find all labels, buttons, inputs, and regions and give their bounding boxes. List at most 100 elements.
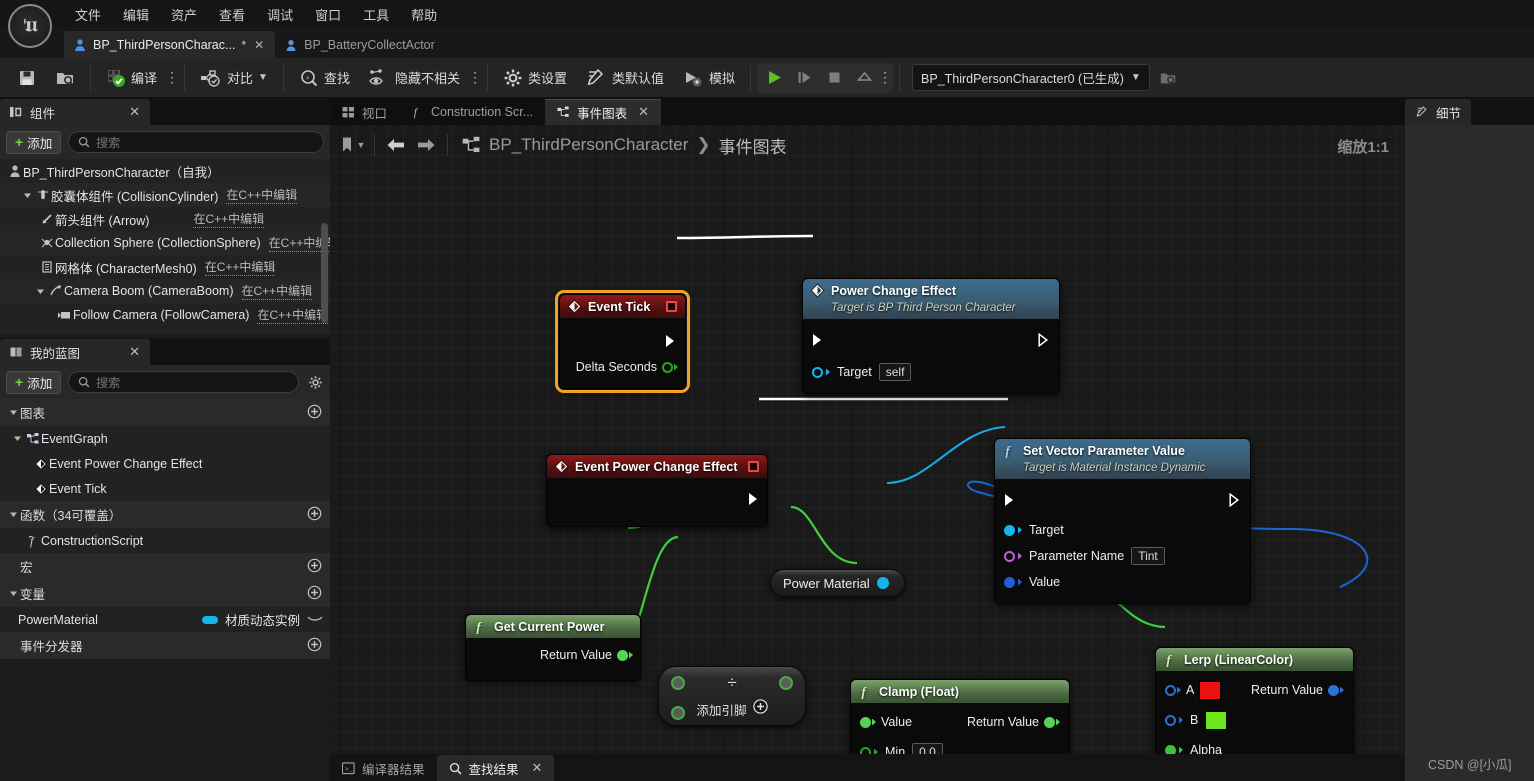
float-pin-icon[interactable] <box>1165 744 1176 754</box>
play-options-button[interactable]: ⋮ <box>878 64 892 92</box>
pin-row-target[interactable]: Target self <box>803 359 1059 385</box>
tree-row-cameraboom[interactable]: Camera Boom (CameraBoom) 在C++中编辑 <box>0 279 330 303</box>
edit-in-cpp-link[interactable]: 在C++中编辑 <box>193 210 265 228</box>
event-breakpoint-icon[interactable] <box>666 301 677 312</box>
name-pin-icon[interactable] <box>1004 550 1015 562</box>
tab-components[interactable]: 组件 ✕ <box>0 99 150 125</box>
pin-row-b[interactable]: B <box>1156 707 1353 733</box>
my-blueprint-search-input[interactable]: 搜索 <box>68 371 299 393</box>
exec-pin-out-icon[interactable] <box>748 492 760 506</box>
add-dispatcher-button[interactable] <box>307 637 322 655</box>
section-header-functions[interactable]: 函数（34可覆盖） <box>0 501 330 528</box>
chevron-down-icon[interactable] <box>33 287 47 296</box>
chevron-down-icon[interactable] <box>6 589 20 598</box>
add-variable-button[interactable] <box>307 585 322 603</box>
edit-in-cpp-link[interactable]: 在C++中编辑 <box>204 258 276 276</box>
node-clamp-float[interactable]: f Clamp (Float) Value Return Value Min 0… <box>850 679 1070 754</box>
float-pin-icon[interactable] <box>662 361 673 373</box>
struct-pin-icon[interactable] <box>1004 576 1015 588</box>
float-pin-icon[interactable] <box>1044 716 1055 728</box>
graph-canvas-wrapper[interactable]: 蓝图 ▼ <box>330 125 1405 754</box>
tab-event-graph[interactable]: 事件图表 ✕ <box>545 99 662 125</box>
list-item-variable-powermaterial[interactable]: PowerMaterial 材质动态实例 <box>0 607 330 632</box>
play-button[interactable] <box>759 64 789 92</box>
browse-debug-actor-button[interactable] <box>1150 63 1186 93</box>
document-tab-battery-collect-actor[interactable]: BP_BatteryCollectActor <box>275 31 444 58</box>
simulate-button[interactable]: 模拟 <box>673 63 744 93</box>
close-icon[interactable]: ✕ <box>129 344 140 360</box>
pin-row-delta-seconds[interactable]: Delta Seconds <box>560 354 685 380</box>
stop-button[interactable] <box>819 64 849 92</box>
tree-row-charactermesh0[interactable]: 网格体 (CharacterMesh0) 在C++中编辑 <box>0 255 330 279</box>
menu-debug[interactable]: 调试 <box>256 2 304 27</box>
add-pin-button[interactable] <box>752 699 768 719</box>
menu-view[interactable]: 查看 <box>208 2 256 27</box>
struct-pin-icon[interactable] <box>1165 684 1176 696</box>
add-function-button[interactable] <box>307 506 322 524</box>
pin-row-min[interactable]: Min 0.0 <box>851 739 1069 754</box>
min-value-field[interactable]: 0.0 <box>912 743 943 754</box>
tree-row-collectionsphere[interactable]: Collection Sphere (CollectionSphere) 在C+… <box>0 231 330 255</box>
struct-pin-icon[interactable] <box>1328 684 1339 696</box>
navigate-forward-button[interactable] <box>411 131 441 159</box>
chevron-down-icon[interactable] <box>10 434 24 443</box>
node-event-tick[interactable]: Event Tick Delta Seconds <box>555 290 690 393</box>
diff-button[interactable]: 对比 ▼ <box>191 63 277 93</box>
tab-viewport[interactable]: 视口 <box>330 99 399 125</box>
pin-row-exec-out[interactable] <box>547 486 767 512</box>
float-pin-icon[interactable] <box>860 746 871 754</box>
class-defaults-button[interactable]: 类默认值 <box>576 63 673 93</box>
parameter-name-field[interactable]: Tint <box>1131 547 1165 565</box>
node-power-material-variable[interactable]: Power Material <box>770 569 905 597</box>
tab-details[interactable]: 细节 <box>1405 99 1472 125</box>
debug-actor-dropdown[interactable]: BP_ThirdPersonCharacter0 (已生成) ▼ <box>912 64 1150 91</box>
compile-button[interactable]: 编译 <box>97 63 166 93</box>
navigate-back-button[interactable] <box>381 131 411 159</box>
breadcrumb-root[interactable]: BP_ThirdPersonCharacter <box>489 135 688 155</box>
node-set-vector-parameter-value[interactable]: f Set Vector Parameter Value Target is M… <box>994 438 1251 604</box>
section-header-event-dispatchers[interactable]: 事件分发器 <box>0 632 330 659</box>
section-header-graphs[interactable]: 图表 <box>0 399 330 426</box>
pin-row-exec[interactable] <box>803 327 1059 353</box>
pin-row-value-and-return[interactable]: Value Return Value <box>851 709 1069 735</box>
close-icon[interactable]: ✕ <box>129 104 140 120</box>
chevron-down-icon[interactable] <box>6 408 20 417</box>
color-swatch-b[interactable] <box>1205 710 1228 730</box>
float-pin-icon[interactable] <box>617 649 628 661</box>
exec-pin-out-icon[interactable] <box>665 334 677 348</box>
eye-closed-icon[interactable] <box>307 613 323 627</box>
edit-in-cpp-link[interactable]: 在C++中编辑 <box>226 186 298 204</box>
save-button[interactable] <box>8 63 46 93</box>
list-item-event-tick[interactable]: Event Tick <box>0 476 330 501</box>
event-breakpoint-icon[interactable] <box>748 461 759 472</box>
menu-window[interactable]: 窗口 <box>304 2 352 27</box>
pin-row-return-value[interactable]: Return Value <box>466 642 640 668</box>
menu-tools[interactable]: 工具 <box>352 2 400 27</box>
tree-row-followcamera[interactable]: Follow Camera (FollowCamera) 在C++中编辑 <box>0 303 330 327</box>
step-button[interactable] <box>789 64 819 92</box>
document-tab-thirdperson-character[interactable]: BP_ThirdPersonCharac... * ✕ <box>64 31 276 58</box>
exec-pin-in-icon[interactable] <box>1004 493 1016 507</box>
pin-row-value[interactable]: Value <box>995 569 1250 595</box>
tab-compiler-results[interactable]: >_ 编译器结果 <box>330 755 437 781</box>
chevron-down-icon[interactable] <box>6 510 20 519</box>
tree-row-collisioncylinder[interactable]: 胶囊体组件 (CollisionCylinder) 在C++中编辑 <box>0 183 330 207</box>
exec-pin-out-icon[interactable] <box>1229 493 1241 507</box>
tab-my-blueprint[interactable]: 我的蓝图 ✕ <box>0 339 150 365</box>
edit-in-cpp-link[interactable]: 在C++中编辑 <box>241 282 313 300</box>
target-value-field[interactable]: self <box>878 363 912 381</box>
object-pin-icon[interactable] <box>1004 524 1015 536</box>
hide-unrelated-options-button[interactable]: ⋮ <box>468 64 482 92</box>
close-icon[interactable]: ✕ <box>252 38 266 52</box>
browse-asset-button[interactable] <box>46 63 84 93</box>
bookmark-dropdown-button[interactable]: ▼ <box>338 131 368 159</box>
node-divide[interactable]: ÷ 添加引脚 <box>658 666 806 726</box>
menu-edit[interactable]: 编辑 <box>112 2 160 27</box>
object-pin-icon[interactable] <box>812 366 823 378</box>
chevron-down-icon[interactable] <box>20 191 34 200</box>
close-icon[interactable]: ✕ <box>532 760 543 776</box>
hide-unrelated-button[interactable]: 隐藏不相关 <box>359 63 469 93</box>
pin-row-target[interactable]: Target <box>995 517 1250 543</box>
menu-file[interactable]: 文件 <box>64 2 112 27</box>
color-swatch-a[interactable] <box>1199 680 1222 700</box>
